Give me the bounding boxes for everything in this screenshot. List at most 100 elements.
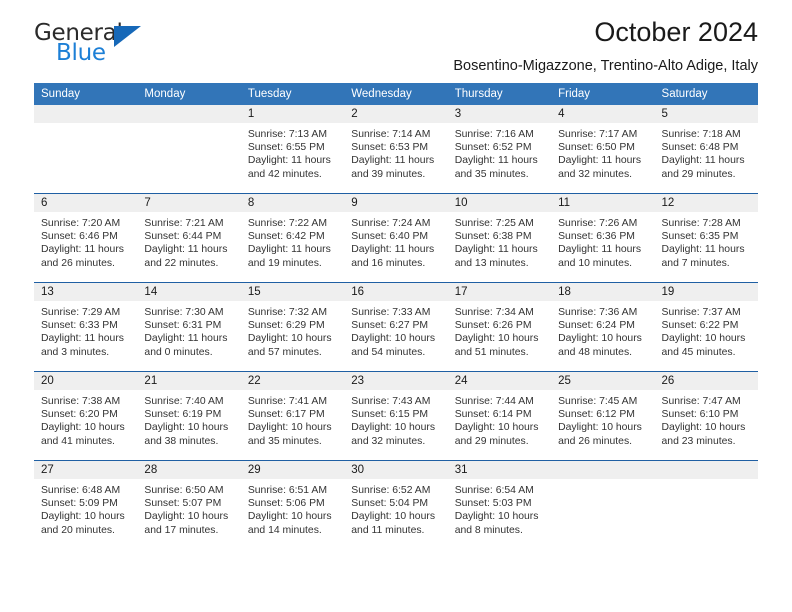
calendar-day-cell[interactable]: 1 Sunrise: 7:13 AM Sunset: 6:55 PM Daylight…	[240, 105, 345, 194]
day-sun-info: Sunrise: 7:30 AM Sunset: 6:31 PM Daylight:…	[137, 301, 240, 359]
sunset-text: Sunset: 6:55 PM	[247, 142, 325, 154]
calendar-empty-cell	[654, 460, 758, 549]
daylight-text-line1: Daylight: 10 hours	[41, 422, 125, 434]
calendar-day-cell[interactable]: 13 Sunrise: 7:29 AM Sunset: 6:33 PM Dayligh…	[34, 282, 138, 372]
weekday-header-row: Sunday Monday Tuesday Wednesday Thursday…	[34, 83, 758, 105]
calendar-day-cell[interactable]: 17 Sunrise: 7:34 AM Sunset: 6:26 PM Dayligh…	[447, 282, 552, 372]
day-number: 12	[654, 194, 758, 212]
sunrise-text: Sunrise: 7:32 AM	[247, 307, 327, 318]
sunset-text: Sunset: 6:31 PM	[144, 320, 222, 332]
calendar-day-cell[interactable]: 12 Sunrise: 7:28 AM Sunset: 6:35 PM Dayligh…	[654, 193, 758, 283]
daylight-text-line1: Daylight: 11 hours	[41, 333, 124, 345]
daylight-text-line1: Daylight: 10 hours	[558, 422, 642, 434]
calendar-day-cell[interactable]: 7 Sunrise: 7:21 AM Sunset: 6:44 PM Daylight…	[137, 193, 241, 283]
day-number: 28	[137, 461, 241, 479]
calendar-day-cell[interactable]: 28 Sunrise: 6:50 AM Sunset: 5:07 PM Dayligh…	[137, 460, 241, 549]
calendar-day-cell[interactable]: 27 Sunrise: 6:48 AM Sunset: 5:09 PM Dayligh…	[34, 460, 138, 549]
daylight-text-line1: Daylight: 10 hours	[454, 511, 539, 523]
sunrise-text: Sunrise: 7:13 AM	[247, 129, 327, 140]
sunrise-text: Sunrise: 6:50 AM	[144, 485, 224, 496]
calendar-day-cell[interactable]: 18 Sunrise: 7:36 AM Sunset: 6:24 PM Dayligh…	[551, 282, 655, 372]
day-cell-content: 1 Sunrise: 7:13 AM Sunset: 6:55 PM Daylight…	[240, 105, 345, 193]
daylight-text-line1: Daylight: 11 hours	[558, 244, 642, 256]
sunrise-text: Sunrise: 7:22 AM	[247, 218, 327, 229]
calendar-day-cell[interactable]: 5 Sunrise: 7:18 AM Sunset: 6:48 PM Daylight…	[654, 105, 758, 194]
daylight-text-line1: Daylight: 10 hours	[661, 422, 746, 434]
calendar-day-cell[interactable]: 19 Sunrise: 7:37 AM Sunset: 6:22 PM Dayligh…	[654, 282, 758, 372]
day-sun-info: Sunrise: 7:34 AM Sunset: 6:26 PM Daylight:…	[448, 301, 551, 359]
daylight-text-line2: and 35 minutes.	[247, 435, 322, 447]
calendar-day-cell[interactable]: 24 Sunrise: 7:44 AM Sunset: 6:14 PM Dayligh…	[447, 371, 552, 461]
day-sun-info: Sunrise: 7:28 AM Sunset: 6:35 PM Daylight:…	[655, 212, 758, 270]
daylight-text-line2: and 42 minutes.	[247, 168, 322, 180]
calendar-day-cell[interactable]: 31 Sunrise: 6:54 AM Sunset: 5:03 PM Dayligh…	[447, 460, 552, 549]
calendar-week-row: 27 Sunrise: 6:48 AM Sunset: 5:09 PM Dayligh…	[34, 460, 758, 549]
calendar-week-row: 6 Sunrise: 7:20 AM Sunset: 6:46 PM Daylight…	[34, 193, 758, 283]
sunset-text: Sunset: 6:53 PM	[351, 142, 429, 154]
sunrise-text: Sunrise: 7:47 AM	[661, 396, 741, 407]
day-number: 13	[34, 283, 138, 301]
calendar-day-cell[interactable]: 10 Sunrise: 7:25 AM Sunset: 6:38 PM Dayligh…	[447, 193, 552, 283]
calendar-day-cell[interactable]: 25 Sunrise: 7:45 AM Sunset: 6:12 PM Dayligh…	[551, 371, 655, 461]
day-sun-info: Sunrise: 7:40 AM Sunset: 6:19 PM Daylight:…	[137, 390, 240, 448]
daylight-text-line2: and 14 minutes.	[247, 524, 322, 536]
day-sun-info: Sunrise: 6:50 AM Sunset: 5:07 PM Daylight:…	[137, 479, 240, 537]
calendar-day-cell[interactable]: 8 Sunrise: 7:22 AM Sunset: 6:42 PM Daylight…	[240, 193, 345, 283]
sunrise-text: Sunrise: 7:16 AM	[454, 129, 534, 140]
calendar-day-cell[interactable]: 22 Sunrise: 7:41 AM Sunset: 6:17 PM Dayligh…	[240, 371, 345, 461]
weekday-header-thursday: Thursday	[447, 83, 552, 105]
sunrise-text: Sunrise: 7:28 AM	[661, 218, 741, 229]
day-cell-content: 13 Sunrise: 7:29 AM Sunset: 6:33 PM Dayligh…	[34, 283, 138, 371]
calendar-day-cell[interactable]: 21 Sunrise: 7:40 AM Sunset: 6:19 PM Dayligh…	[137, 371, 241, 461]
day-sun-info: Sunrise: 7:47 AM Sunset: 6:10 PM Daylight:…	[655, 390, 758, 448]
calendar-day-cell[interactable]: 9 Sunrise: 7:24 AM Sunset: 6:40 PM Daylight…	[344, 193, 448, 283]
daylight-text-line2: and 16 minutes.	[351, 257, 426, 269]
calendar-day-cell[interactable]: 29 Sunrise: 6:51 AM Sunset: 5:06 PM Dayligh…	[240, 460, 345, 549]
day-cell-content: 24 Sunrise: 7:44 AM Sunset: 6:14 PM Dayligh…	[447, 372, 552, 460]
calendar-day-cell[interactable]: 4 Sunrise: 7:17 AM Sunset: 6:50 PM Daylight…	[551, 105, 655, 194]
daylight-text-line1: Daylight: 11 hours	[351, 155, 435, 167]
day-cell-content: 26 Sunrise: 7:47 AM Sunset: 6:10 PM Dayligh…	[654, 372, 758, 460]
sunrise-text: Sunrise: 7:24 AM	[351, 218, 431, 229]
sunset-text: Sunset: 5:07 PM	[144, 498, 222, 510]
day-cell-content: 12 Sunrise: 7:28 AM Sunset: 6:35 PM Dayligh…	[654, 194, 758, 282]
sunset-text: Sunset: 6:40 PM	[351, 231, 429, 243]
calendar-day-cell[interactable]: 30 Sunrise: 6:52 AM Sunset: 5:04 PM Dayligh…	[344, 460, 448, 549]
day-number: 7	[137, 194, 241, 212]
daylight-text-line1: Daylight: 11 hours	[144, 333, 228, 345]
sunset-text: Sunset: 6:50 PM	[558, 142, 635, 154]
daylight-text-line2: and 19 minutes.	[247, 257, 322, 269]
calendar-day-cell[interactable]: 2 Sunrise: 7:14 AM Sunset: 6:53 PM Daylight…	[344, 105, 448, 194]
daylight-text-line2: and 13 minutes.	[454, 257, 529, 269]
sunrise-text: Sunrise: 7:43 AM	[351, 396, 431, 407]
calendar-day-cell[interactable]: 6 Sunrise: 7:20 AM Sunset: 6:46 PM Daylight…	[34, 193, 138, 283]
calendar-day-cell[interactable]: 20 Sunrise: 7:38 AM Sunset: 6:20 PM Dayligh…	[34, 371, 138, 461]
daylight-text-line1: Daylight: 10 hours	[454, 333, 539, 345]
day-number	[551, 461, 655, 479]
day-sun-info: Sunrise: 7:17 AM Sunset: 6:50 PM Daylight:…	[551, 123, 654, 181]
sunset-text: Sunset: 6:44 PM	[144, 231, 222, 243]
calendar-day-cell[interactable]: 15 Sunrise: 7:32 AM Sunset: 6:29 PM Dayligh…	[240, 282, 345, 372]
calendar-day-cell[interactable]: 16 Sunrise: 7:33 AM Sunset: 6:27 PM Dayligh…	[344, 282, 448, 372]
sunrise-text: Sunrise: 6:48 AM	[41, 485, 121, 496]
sunrise-text: Sunrise: 7:14 AM	[351, 129, 431, 140]
sunrise-text: Sunrise: 6:51 AM	[247, 485, 327, 496]
calendar-day-cell[interactable]: 14 Sunrise: 7:30 AM Sunset: 6:31 PM Dayligh…	[137, 282, 241, 372]
daylight-text-line1: Daylight: 10 hours	[247, 333, 332, 345]
general-blue-logo: General Blue	[34, 22, 149, 70]
calendar-day-cell[interactable]: 23 Sunrise: 7:43 AM Sunset: 6:15 PM Dayligh…	[344, 371, 448, 461]
daylight-text-line1: Daylight: 10 hours	[558, 333, 642, 345]
day-number: 17	[447, 283, 552, 301]
weekday-header-friday: Friday	[551, 83, 655, 105]
calendar-day-cell[interactable]: 26 Sunrise: 7:47 AM Sunset: 6:10 PM Dayligh…	[654, 371, 758, 461]
calendar-day-cell[interactable]: 3 Sunrise: 7:16 AM Sunset: 6:52 PM Daylight…	[447, 105, 552, 194]
daylight-text-line2: and 54 minutes.	[351, 346, 426, 358]
calendar-day-cell[interactable]: 11 Sunrise: 7:26 AM Sunset: 6:36 PM Dayligh…	[551, 193, 655, 283]
day-cell-content: 23 Sunrise: 7:43 AM Sunset: 6:15 PM Dayligh…	[344, 372, 448, 460]
day-number: 19	[654, 283, 758, 301]
day-cell-content: 31 Sunrise: 6:54 AM Sunset: 5:03 PM Dayligh…	[447, 461, 552, 549]
daylight-text-line2: and 32 minutes.	[351, 435, 426, 447]
day-sun-info: Sunrise: 7:22 AM Sunset: 6:42 PM Daylight:…	[241, 212, 344, 270]
daylight-text-line1: Daylight: 11 hours	[247, 244, 331, 256]
sunset-text: Sunset: 6:46 PM	[41, 231, 118, 243]
